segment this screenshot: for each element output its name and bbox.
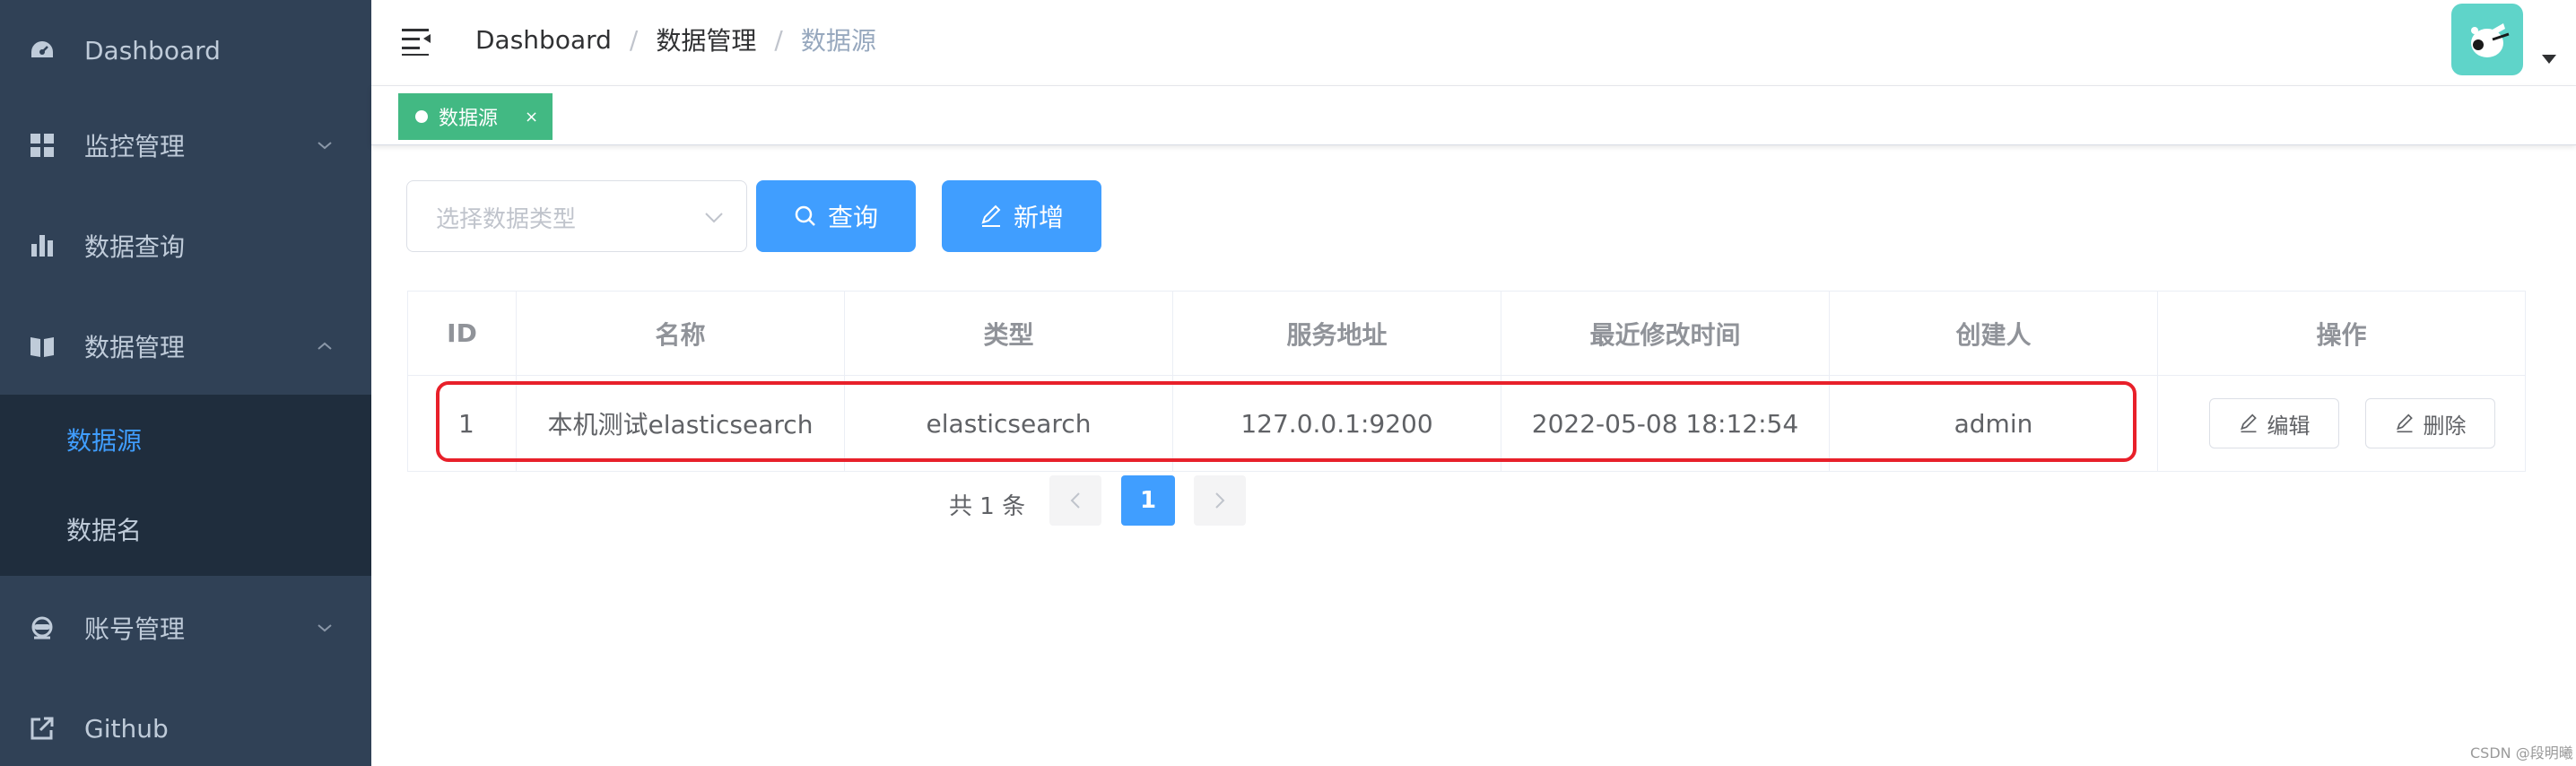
- chevron-right-icon: [1215, 492, 1225, 509]
- avatar-image: [2471, 23, 2510, 57]
- column-header-creator: 创建人: [1830, 292, 2158, 376]
- sidebar-item-label: 账号管理: [84, 614, 186, 644]
- sidebar-item-label: 监控管理: [84, 132, 186, 161]
- edit-button[interactable]: 编辑: [2209, 398, 2339, 448]
- select-placeholder: 选择数据类型: [436, 206, 577, 233]
- cell-modified: 2022-05-08 18:12:54: [1501, 376, 1830, 471]
- chevron-left-icon: [1070, 492, 1080, 509]
- datasource-table: ID 名称 类型 服务地址 最近修改时间 创建人 操作 1 本机测试elasti…: [407, 291, 2526, 472]
- data-type-select[interactable]: 选择数据类型: [406, 180, 747, 252]
- edit-icon: [2240, 413, 2257, 433]
- pagination-next-button[interactable]: [1194, 475, 1246, 526]
- active-dot-icon: [415, 110, 428, 123]
- external-link-icon: [29, 715, 56, 742]
- sidebar-item-label: Dashboard: [84, 35, 221, 65]
- bar-chart-icon: [29, 232, 56, 259]
- sidebar-item-monitor[interactable]: 监控管理: [0, 95, 371, 196]
- sidebar-item-github[interactable]: Github: [0, 678, 371, 766]
- sidebar: Dashboard 监控管理 数据查询 数据管理 数据源 数据名 账号管理 Gi…: [0, 0, 371, 766]
- sidebar-item-label: Github: [84, 713, 169, 744]
- sidebar-item-accounts[interactable]: 账号管理: [0, 578, 371, 678]
- avatar[interactable]: [2451, 4, 2523, 75]
- menu-fold-icon[interactable]: [402, 27, 434, 56]
- edit-icon: [981, 205, 1001, 227]
- sidebar-item-dataname[interactable]: 数据名: [0, 484, 371, 574]
- edit-icon: [2396, 413, 2413, 433]
- cell-name: 本机测试elasticsearch: [517, 376, 845, 471]
- column-header-type: 类型: [845, 292, 1173, 376]
- column-header-address: 服务地址: [1173, 292, 1501, 376]
- query-button-label: 查询: [827, 203, 878, 232]
- sidebar-item-datasource[interactable]: 数据源: [0, 395, 371, 484]
- search-icon: [795, 205, 815, 226]
- cell-type: elasticsearch: [845, 376, 1173, 471]
- watermark: CSDN @段明曦: [2470, 744, 2573, 762]
- tags-view: 数据源 ×: [371, 86, 2576, 145]
- user-icon: [29, 614, 56, 641]
- book-icon: [29, 333, 56, 360]
- sidebar-item-dashboard[interactable]: Dashboard: [0, 0, 371, 100]
- chevron-down-icon: [318, 624, 332, 632]
- breadcrumb-separator: /: [629, 24, 639, 55]
- pagination-page-current[interactable]: 1: [1121, 475, 1175, 526]
- column-header-modified: 最近修改时间: [1501, 292, 1830, 376]
- cell-creator: admin: [1830, 376, 2158, 471]
- sidebar-item-query[interactable]: 数据查询: [0, 196, 371, 296]
- query-button[interactable]: 查询: [756, 180, 916, 252]
- breadcrumb: Dashboard / 数据管理 / 数据源: [475, 22, 876, 57]
- sidebar-item-label: 数据源: [66, 426, 143, 456]
- tag-label: 数据源: [439, 108, 499, 130]
- column-header-actions: 操作: [2158, 292, 2525, 376]
- add-button-label: 新增: [1013, 203, 1064, 232]
- chevron-up-icon: [318, 342, 332, 350]
- close-icon[interactable]: ×: [525, 108, 538, 126]
- sidebar-item-label: 数据管理: [84, 333, 186, 362]
- navbar: Dashboard / 数据管理 / 数据源: [371, 0, 2576, 86]
- sidebar-item-data-management[interactable]: 数据管理: [0, 296, 371, 396]
- caret-down-icon[interactable]: [2541, 54, 2557, 65]
- dashboard-icon: [29, 37, 56, 64]
- breadcrumb-item-data-management[interactable]: 数据管理: [656, 22, 756, 57]
- pagination-prev-button[interactable]: [1049, 475, 1101, 526]
- sidebar-item-label: 数据名: [66, 516, 143, 545]
- cell-address: 127.0.0.1:9200: [1173, 376, 1501, 471]
- column-header-name: 名称: [517, 292, 845, 376]
- submenu-data-management: 数据源 数据名: [0, 395, 371, 576]
- add-button[interactable]: 新增: [942, 180, 1101, 252]
- tag-datasource[interactable]: 数据源 ×: [398, 93, 553, 140]
- delete-button-label: 删除: [2423, 413, 2467, 439]
- chevron-down-icon: [318, 142, 332, 150]
- breadcrumb-item-current: 数据源: [800, 26, 876, 56]
- column-header-id: ID: [408, 292, 517, 376]
- chevron-down-icon: [705, 213, 723, 223]
- breadcrumb-item-dashboard[interactable]: Dashboard: [475, 25, 612, 55]
- sidebar-item-label: 数据查询: [84, 232, 186, 262]
- grid-icon: [29, 132, 56, 159]
- breadcrumb-separator: /: [774, 24, 783, 55]
- edit-button-label: 编辑: [2267, 413, 2311, 439]
- cell-id: 1: [408, 376, 517, 471]
- delete-button[interactable]: 删除: [2365, 398, 2495, 448]
- pagination-total: 共 1 条: [949, 492, 1026, 520]
